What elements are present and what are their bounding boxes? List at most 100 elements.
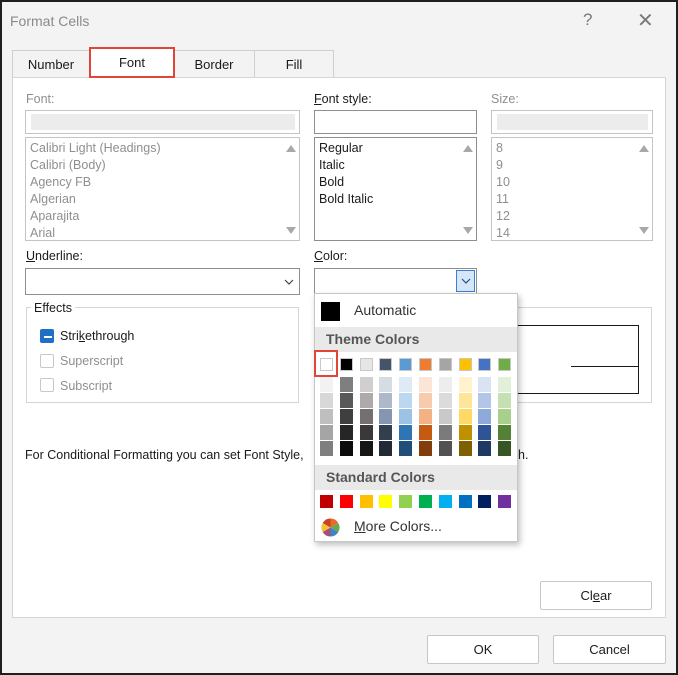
theme-shade-swatch[interactable]: [478, 377, 492, 392]
font-style-list[interactable]: Regular Italic Bold Bold Italic: [314, 137, 477, 241]
standard-color-swatch[interactable]: [458, 495, 472, 508]
theme-shade-swatch[interactable]: [458, 393, 472, 408]
theme-shade-swatch[interactable]: [498, 409, 512, 424]
help-button[interactable]: ?: [583, 10, 592, 30]
strikethrough-label[interactable]: Strikethrough: [60, 329, 134, 343]
list-item[interactable]: Calibri (Body): [26, 157, 299, 174]
subscript-label[interactable]: Subscript: [60, 379, 112, 393]
list-item[interactable]: 14: [492, 225, 652, 240]
theme-shade-swatch[interactable]: [419, 441, 432, 456]
theme-shade-swatch[interactable]: [379, 425, 393, 440]
theme-shade-swatch[interactable]: [498, 441, 512, 456]
theme-shade-swatch[interactable]: [320, 377, 333, 392]
theme-color-swatch[interactable]: [419, 358, 432, 371]
theme-shade-swatch[interactable]: [399, 409, 413, 424]
list-item[interactable]: 10: [492, 174, 652, 191]
theme-shade-swatch[interactable]: [339, 377, 353, 392]
standard-color-swatch[interactable]: [478, 495, 492, 508]
theme-shade-swatch[interactable]: [458, 441, 472, 456]
theme-shade-swatch[interactable]: [359, 441, 373, 456]
list-item[interactable]: 12: [492, 208, 652, 225]
size-list[interactable]: 8 9 10 11 12 14: [491, 137, 653, 241]
theme-shade-swatch[interactable]: [458, 425, 472, 440]
theme-shade-swatch[interactable]: [438, 393, 452, 408]
theme-shade-swatch[interactable]: [320, 409, 333, 424]
theme-shade-swatch[interactable]: [339, 425, 353, 440]
scroll-up-icon[interactable]: [286, 145, 296, 152]
list-item[interactable]: 8: [492, 140, 652, 157]
theme-shade-swatch[interactable]: [498, 377, 512, 392]
close-button[interactable]: ✕: [637, 8, 654, 33]
list-item[interactable]: Bold: [315, 174, 476, 191]
color-dropdown-button[interactable]: [456, 270, 475, 292]
theme-shade-swatch[interactable]: [399, 393, 413, 408]
theme-shade-swatch[interactable]: [359, 393, 373, 408]
theme-color-swatch[interactable]: [339, 358, 353, 371]
standard-color-swatch[interactable]: [399, 495, 413, 508]
theme-shade-swatch[interactable]: [379, 377, 393, 392]
theme-shade-swatch[interactable]: [419, 377, 432, 392]
theme-color-swatch[interactable]: [438, 358, 452, 371]
strikethrough-checkbox[interactable]: [40, 329, 54, 343]
scroll-down-icon[interactable]: [463, 227, 473, 234]
theme-shade-swatch[interactable]: [379, 393, 393, 408]
theme-shade-swatch[interactable]: [478, 409, 492, 424]
font-style-input[interactable]: [314, 110, 477, 134]
scroll-up-icon[interactable]: [639, 145, 649, 152]
standard-color-swatch[interactable]: [339, 495, 353, 508]
list-item[interactable]: 9: [492, 157, 652, 174]
clear-button[interactable]: Clear: [540, 581, 652, 610]
standard-color-swatch[interactable]: [379, 495, 393, 508]
theme-shade-swatch[interactable]: [379, 409, 393, 424]
tab-number[interactable]: Number: [12, 50, 90, 78]
theme-shade-swatch[interactable]: [399, 377, 413, 392]
font-list[interactable]: Calibri Light (Headings) Calibri (Body) …: [25, 137, 300, 241]
theme-shade-swatch[interactable]: [339, 441, 353, 456]
automatic-swatch[interactable]: [321, 302, 340, 321]
standard-color-swatch[interactable]: [419, 495, 432, 508]
list-item[interactable]: Regular: [315, 140, 476, 157]
standard-color-swatch[interactable]: [498, 495, 512, 508]
theme-shade-swatch[interactable]: [320, 393, 333, 408]
automatic-option[interactable]: Automatic: [354, 302, 416, 318]
theme-shade-swatch[interactable]: [359, 409, 373, 424]
theme-shade-swatch[interactable]: [339, 393, 353, 408]
font-input[interactable]: [25, 110, 300, 134]
size-input[interactable]: [491, 110, 653, 134]
theme-shade-swatch[interactable]: [438, 441, 452, 456]
size-list-scrollbar[interactable]: [634, 138, 652, 240]
color-select[interactable]: [314, 268, 477, 294]
tab-font[interactable]: Font: [89, 47, 175, 78]
font-style-scrollbar[interactable]: [458, 138, 476, 240]
theme-shade-swatch[interactable]: [458, 377, 472, 392]
theme-shade-swatch[interactable]: [419, 393, 432, 408]
theme-shade-swatch[interactable]: [498, 393, 512, 408]
theme-color-swatch[interactable]: [458, 358, 472, 371]
list-item[interactable]: Bold Italic: [315, 191, 476, 208]
list-item[interactable]: Italic: [315, 157, 476, 174]
theme-color-swatch[interactable]: [478, 358, 492, 371]
chevron-down-icon[interactable]: [279, 269, 299, 294]
theme-color-swatch[interactable]: [498, 358, 512, 371]
underline-select[interactable]: [25, 268, 300, 295]
list-item[interactable]: Algerian: [26, 191, 299, 208]
standard-color-swatch[interactable]: [438, 495, 452, 508]
list-item[interactable]: Aparajita: [26, 208, 299, 225]
theme-shade-swatch[interactable]: [419, 409, 432, 424]
theme-color-swatch[interactable]: [359, 358, 373, 371]
tab-fill[interactable]: Fill: [254, 50, 334, 78]
theme-shade-swatch[interactable]: [399, 425, 413, 440]
subscript-checkbox[interactable]: [40, 378, 54, 392]
scroll-down-icon[interactable]: [639, 227, 649, 234]
theme-shade-swatch[interactable]: [478, 425, 492, 440]
theme-shade-swatch[interactable]: [478, 441, 492, 456]
standard-color-swatch[interactable]: [359, 495, 373, 508]
theme-shade-swatch[interactable]: [339, 409, 353, 424]
theme-shade-swatch[interactable]: [438, 377, 452, 392]
theme-shade-swatch[interactable]: [438, 409, 452, 424]
theme-shade-swatch[interactable]: [438, 425, 452, 440]
superscript-label[interactable]: Superscript: [60, 354, 123, 368]
superscript-checkbox[interactable]: [40, 354, 54, 368]
list-item[interactable]: Agency FB: [26, 174, 299, 191]
scroll-up-icon[interactable]: [463, 145, 473, 152]
